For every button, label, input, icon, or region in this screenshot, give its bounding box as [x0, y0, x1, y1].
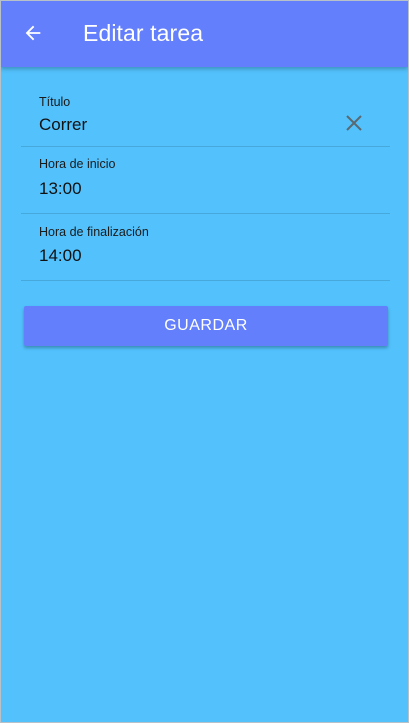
title-field: Título [21, 67, 390, 147]
arrow-left-icon [22, 22, 44, 49]
screen: Editar tarea Título Hora de inicio Hora … [0, 0, 409, 723]
back-button[interactable] [13, 16, 53, 54]
clear-title-button[interactable] [343, 114, 365, 136]
title-input[interactable] [39, 115, 339, 135]
app-bar: Editar tarea [1, 1, 408, 67]
edit-task-form: Título Hora de inicio Hora de finalizaci… [21, 67, 390, 281]
close-icon [345, 114, 363, 137]
title-label: Título [39, 95, 71, 109]
start-time-field: Hora de inicio [21, 147, 390, 214]
start-time-input[interactable] [39, 179, 339, 199]
save-button[interactable]: GUARDAR [24, 306, 388, 346]
end-time-label: Hora de finalización [39, 225, 149, 239]
page-title: Editar tarea [83, 20, 204, 46]
start-time-label: Hora de inicio [39, 157, 116, 171]
end-time-input[interactable] [39, 246, 339, 266]
end-time-field: Hora de finalización [21, 214, 390, 281]
